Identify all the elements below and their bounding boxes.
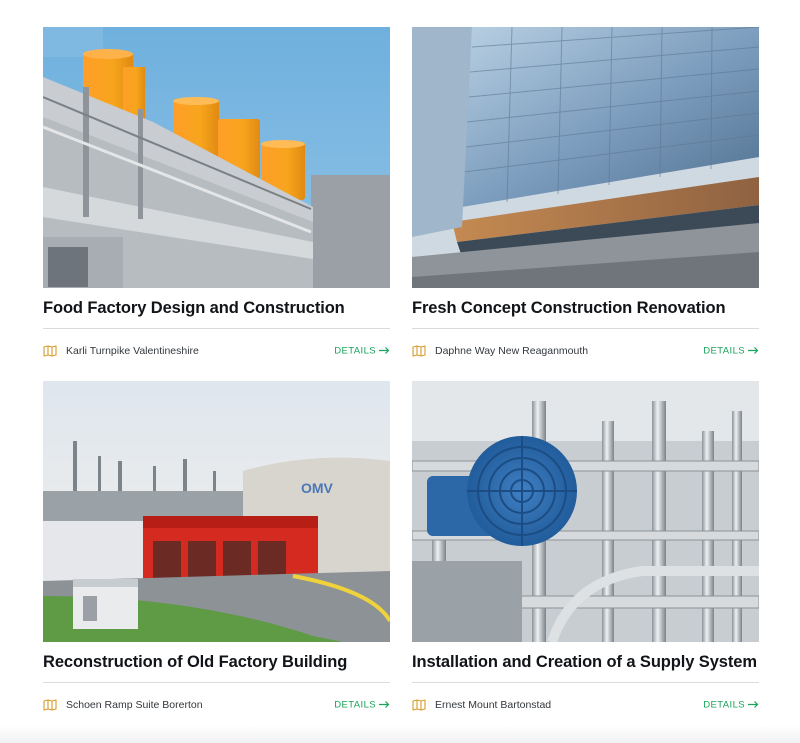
arrow-right-icon (379, 701, 390, 708)
details-label: DETAILS (334, 699, 376, 710)
details-link[interactable]: DETAILS (703, 345, 759, 356)
project-address: Ernest Mount Bartonstad (435, 698, 552, 711)
details-link[interactable]: DETAILS (334, 345, 390, 356)
factory-orange-tanks-photo (43, 27, 390, 288)
project-address: Daphne Way New Reaganmouth (435, 344, 589, 357)
map-icon (43, 344, 57, 357)
project-card: OMV Reconstruction of Old Factory Buildi… (43, 381, 390, 726)
details-label: DETAILS (703, 345, 745, 356)
project-card: Food Factory Design and Construction Kar… (43, 27, 390, 372)
svg-text:OMV: OMV (301, 480, 334, 496)
project-title[interactable]: Installation and Creation of a Supply Sy… (412, 642, 759, 682)
project-card: Installation and Creation of a Supply Sy… (412, 381, 759, 726)
project-meta: Ernest Mount Bartonstad DETAILS (412, 683, 759, 726)
project-title[interactable]: Fresh Concept Construction Renovation (412, 288, 759, 328)
red-factory-refinery-photo: OMV (43, 381, 390, 642)
project-image[interactable] (412, 381, 759, 642)
project-address: Karli Turnpike Valentineshire (66, 344, 199, 357)
project-title[interactable]: Food Factory Design and Construction (43, 288, 390, 328)
details-label: DETAILS (703, 699, 745, 710)
project-meta: Karli Turnpike Valentineshire DETAILS (43, 329, 390, 372)
project-address: Schoen Ramp Suite Borerton (66, 698, 203, 711)
arrow-right-icon (748, 347, 759, 354)
details-link[interactable]: DETAILS (703, 699, 759, 710)
glass-office-building-photo (412, 27, 759, 288)
project-image[interactable] (412, 27, 759, 288)
project-title[interactable]: Reconstruction of Old Factory Building (43, 642, 390, 682)
project-image[interactable] (43, 27, 390, 288)
arrow-right-icon (748, 701, 759, 708)
map-icon (43, 698, 57, 711)
pipes-and-motor-photo (412, 381, 759, 642)
details-label: DETAILS (334, 345, 376, 356)
map-icon (412, 344, 426, 357)
project-image[interactable]: OMV (43, 381, 390, 642)
page-bottom-edge (0, 725, 800, 743)
map-icon (412, 698, 426, 711)
details-link[interactable]: DETAILS (334, 699, 390, 710)
arrow-right-icon (379, 347, 390, 354)
project-meta: Schoen Ramp Suite Borerton DETAILS (43, 683, 390, 726)
project-card: Fresh Concept Construction Renovation Da… (412, 27, 759, 372)
project-meta: Daphne Way New Reaganmouth DETAILS (412, 329, 759, 372)
